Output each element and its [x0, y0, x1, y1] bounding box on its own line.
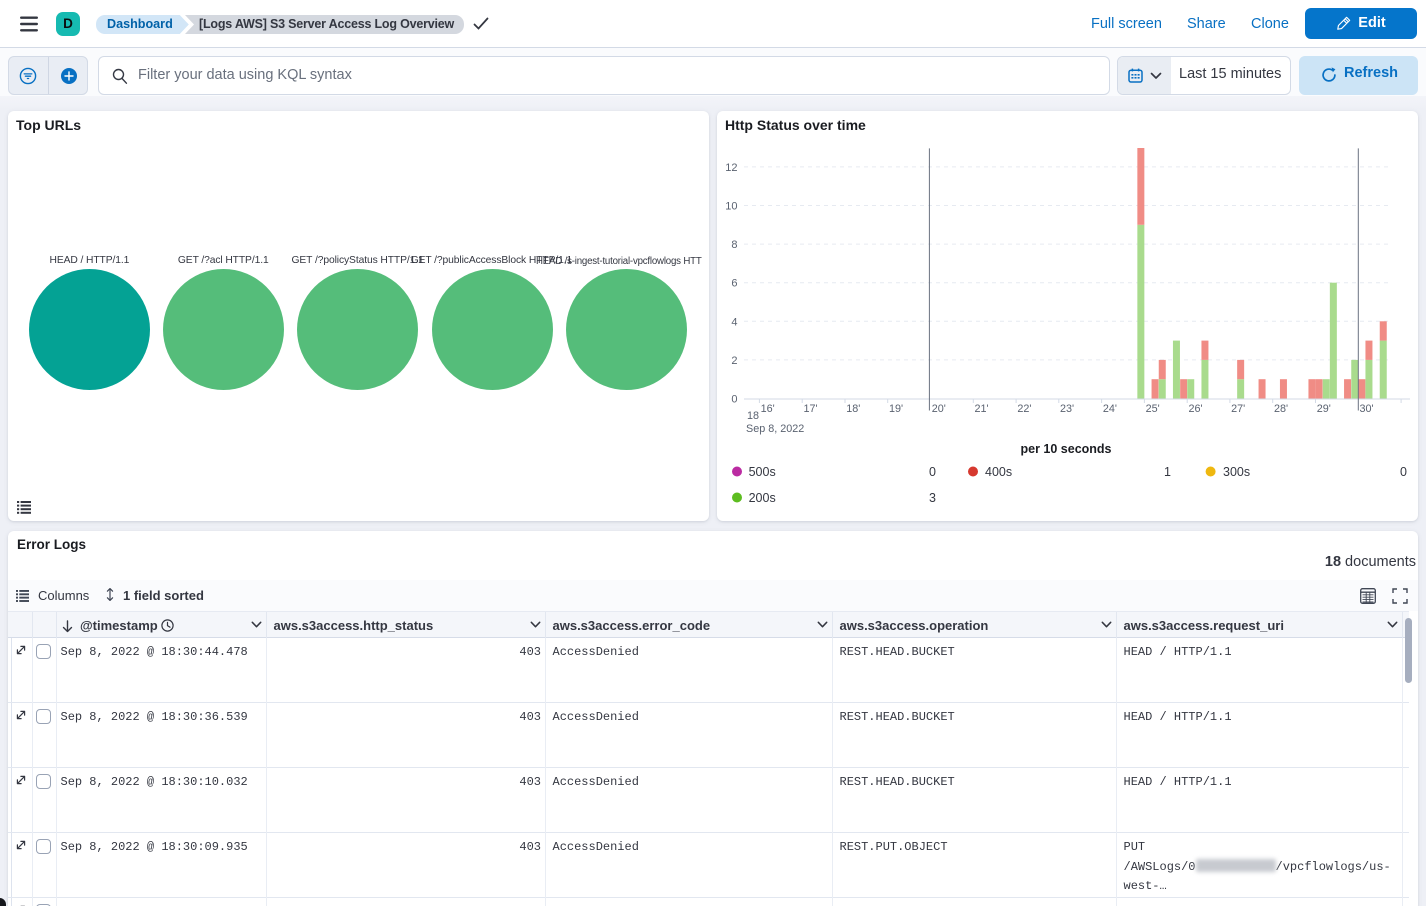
svg-text:21': 21': [975, 403, 989, 415]
svg-text:4: 4: [731, 316, 737, 328]
svg-text:400s: 400s: [985, 465, 1012, 479]
svg-text:18': 18': [846, 403, 860, 415]
svg-text:200s: 200s: [749, 491, 776, 505]
svg-text:0: 0: [1400, 465, 1407, 479]
svg-text:18: 18: [747, 410, 759, 422]
svg-text:25': 25': [1146, 403, 1160, 415]
svg-text:per 10 seconds: per 10 seconds: [1020, 442, 1111, 456]
svg-text:300s: 300s: [1223, 465, 1250, 479]
svg-text:16': 16': [761, 403, 775, 415]
svg-text:28': 28': [1274, 403, 1288, 415]
svg-text:2: 2: [731, 355, 737, 367]
svg-text:1: 1: [1164, 465, 1171, 479]
svg-text:22': 22': [1017, 403, 1031, 415]
svg-text:17': 17': [803, 403, 817, 415]
svg-text:6: 6: [731, 278, 737, 290]
svg-text:26': 26': [1188, 403, 1202, 415]
svg-text:Sep 8, 2022: Sep 8, 2022: [746, 423, 804, 435]
svg-text:27': 27': [1231, 403, 1245, 415]
svg-text:0: 0: [929, 465, 936, 479]
svg-text:23': 23': [1060, 403, 1074, 415]
svg-text:19': 19': [889, 403, 903, 415]
svg-text:10: 10: [725, 201, 737, 213]
svg-text:24': 24': [1103, 403, 1117, 415]
svg-text:20': 20': [932, 403, 946, 415]
svg-text:12: 12: [725, 162, 737, 174]
svg-text:30': 30': [1360, 403, 1374, 415]
svg-text:3: 3: [929, 491, 936, 505]
svg-text:500s: 500s: [749, 465, 776, 479]
svg-text:0: 0: [731, 394, 737, 406]
svg-text:29': 29': [1317, 403, 1331, 415]
svg-text:8: 8: [731, 239, 737, 251]
